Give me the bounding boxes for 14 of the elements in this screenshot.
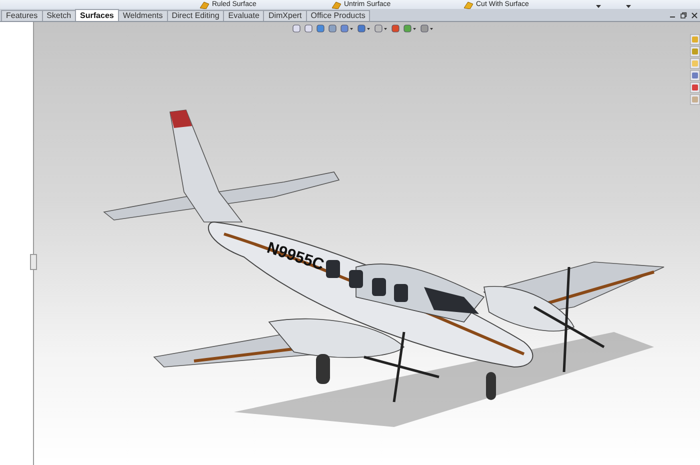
ribbon-tab[interactable]: Evaluate <box>223 10 264 21</box>
ribbon-tab[interactable]: Direct Editing <box>166 10 224 21</box>
dropdown-arrow-icon[interactable] <box>626 5 631 9</box>
ribbon-tab[interactable]: Office Products <box>306 10 370 21</box>
restore-icon[interactable] <box>680 12 687 19</box>
ribbon-tab[interactable]: Features <box>1 10 43 21</box>
dropdown-arrow-icon[interactable] <box>596 5 601 9</box>
ribbon-tab[interactable]: Sketch <box>42 10 76 21</box>
registration-label: N9955C <box>264 240 326 274</box>
panel-resize-handle[interactable] <box>30 254 37 270</box>
ribbon-tab[interactable]: Weldments <box>118 10 168 21</box>
ribbon-tab[interactable]: Surfaces <box>75 9 119 21</box>
close-icon[interactable] <box>691 12 698 19</box>
ribbon-tab[interactable]: DimXpert <box>263 10 307 21</box>
